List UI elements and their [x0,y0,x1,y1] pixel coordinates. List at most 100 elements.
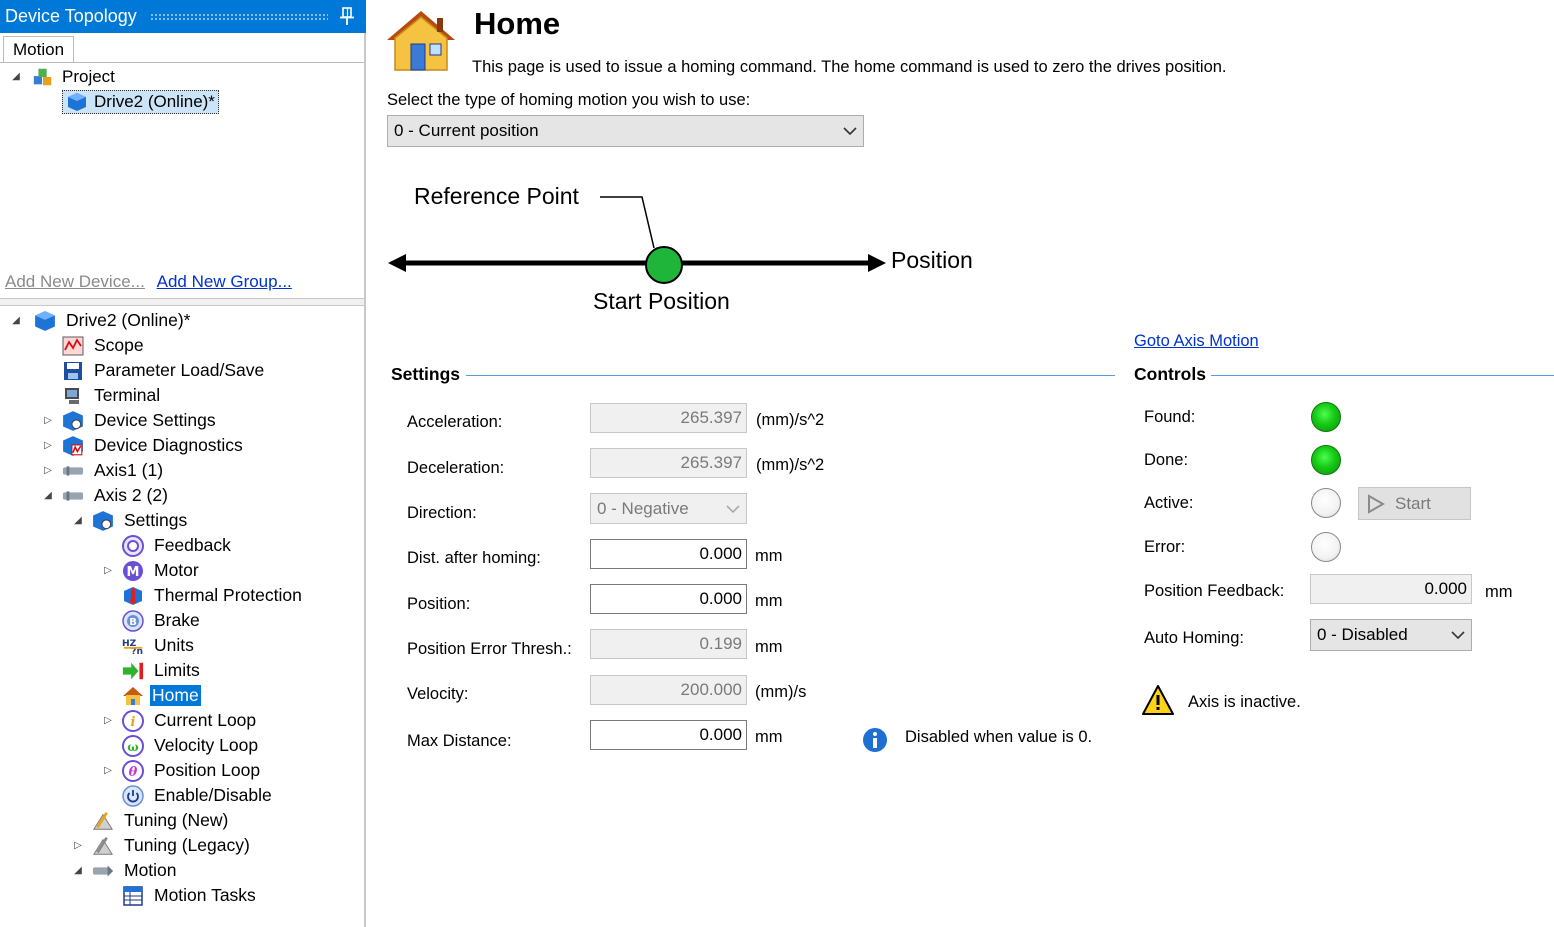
drive-cube-icon [66,91,88,113]
expand-icon[interactable]: ▷ [102,565,114,576]
tree-item-terminal[interactable]: Terminal [62,383,162,408]
tree-item-feedback[interactable]: Feedback [122,533,233,558]
collapse-icon[interactable]: ◢ [10,315,22,326]
goto-axis-motion-link[interactable]: Goto Axis Motion [1134,332,1259,351]
deceleration-unit: (mm)/s^2 [756,456,825,474]
error-label: Error: [1144,538,1186,556]
done-label: Done: [1144,451,1189,469]
tree-item-device-settings[interactable]: ▷ Device Settings [42,408,218,433]
motion-tasks-icon [122,885,144,907]
tuning-icon [92,810,114,832]
velocity-label: Velocity: [407,685,469,703]
tree-item-brake[interactable]: B Brake [122,608,202,633]
start-button[interactable]: Start [1358,487,1471,520]
tree-label: Brake [154,610,200,630]
tree-item-project[interactable]: ◢ Project [10,65,115,89]
limits-icon [122,660,144,682]
acceleration-field[interactable]: 265.397 [590,403,747,433]
tree-item-axis2[interactable]: ◢ Axis 2 (2) [42,483,170,508]
collapse-icon[interactable]: ◢ [72,515,84,526]
deceleration-field[interactable]: 265.397 [590,448,747,478]
svg-text:B: B [129,617,137,628]
tree-item-tuning-legacy[interactable]: ▷ Tuning (Legacy) [72,833,252,858]
svg-text:θ: θ [129,765,138,780]
homing-type-select[interactable]: 0 - Current position [387,115,864,147]
tree-label: Units [154,635,194,655]
tree-item-home[interactable]: Home [122,683,201,708]
add-new-group-link[interactable]: Add New Group... [157,272,292,291]
tree-label: Velocity Loop [154,735,259,755]
motor-icon: M [122,560,144,582]
expand-icon[interactable]: ▷ [42,415,54,426]
units-icon: HZ ?n [122,635,144,657]
arrow-left-icon [388,254,406,272]
tree-item-parameter-load-save[interactable]: Parameter Load/Save [62,358,266,383]
tree-item-tuning-new[interactable]: Tuning (New) [92,808,230,833]
position-error-thresh-unit: mm [755,638,783,656]
tree-item-position-loop[interactable]: ▷ θ Position Loop [102,758,262,783]
dist-after-homing-label: Dist. after homing: [407,549,541,567]
position-error-thresh-field[interactable]: 0.199 [590,629,747,659]
tree-item-motor[interactable]: ▷ M Motor [102,558,201,583]
title-grip [150,13,328,21]
tree-item-velocity-loop[interactable]: ω Velocity Loop [122,733,260,758]
tree-item-device-diagnostics[interactable]: ▷ Device Diagnostics [42,433,245,458]
position-error-thresh-label: Position Error Thresh.: [407,640,572,658]
tree-label: Tuning (New) [124,810,229,830]
expand-icon[interactable]: ▷ [102,765,114,776]
position-feedback-field[interactable]: 0.000 [1310,574,1472,604]
auto-homing-select[interactable]: 0 - Disabled [1310,619,1472,651]
settings-cube-icon [92,510,114,532]
expand-icon[interactable]: ▷ [42,440,54,451]
position-field[interactable]: 0.000 [590,584,747,614]
tree-item-axis1[interactable]: ▷ Axis1 (1) [42,458,165,483]
deceleration-label: Deceleration: [407,459,505,477]
max-distance-note: Disabled when value is 0. [905,728,1093,746]
direction-select[interactable]: 0 - Negative [590,493,747,524]
controls-section-title: Controls [1134,364,1206,384]
scope-icon [62,335,84,357]
tree-label: Motion Tasks [154,885,256,905]
position-unit: mm [755,592,783,610]
velocity-field[interactable]: 200.000 [590,675,747,705]
velocity-loop-icon: ω [122,734,144,757]
tree-item-thermal-protection[interactable]: Thermal Protection [122,583,304,608]
tree-item-settings[interactable]: ◢ Settings [72,508,189,533]
tree-item-drive2[interactable]: Drive2 (Online)* [62,90,219,114]
chevron-down-icon [843,127,857,136]
tree-item-current-loop[interactable]: ▷ i Current Loop [102,708,258,733]
tree-item-units[interactable]: HZ ?n Units [122,633,196,658]
tree-item-enable-disable[interactable]: Enable/Disable [122,783,274,808]
svg-text:M: M [127,565,140,580]
tree-item-scope[interactable]: Scope [62,333,146,358]
expand-icon[interactable]: ▷ [42,465,54,476]
expand-icon[interactable]: ▷ [102,715,114,726]
expand-icon[interactable]: ▷ [72,840,84,851]
tree-item-motion-tasks[interactable]: Motion Tasks [122,883,258,908]
chevron-down-icon [726,504,740,513]
settings-cube-icon [62,410,84,432]
axis-inactive-message: Axis is inactive. [1188,693,1301,711]
collapse-icon[interactable]: ◢ [42,490,54,501]
add-new-device-link[interactable]: Add New Device... [5,272,145,291]
tree-label-selected: Home [150,685,201,706]
thermal-icon [122,585,144,607]
tree-item-motion[interactable]: ◢ Motion [72,858,179,883]
collapse-icon[interactable]: ◢ [72,865,84,876]
svg-text:i: i [131,715,136,730]
tab-motion[interactable]: Motion [3,36,75,62]
tree-item-limits[interactable]: Limits [122,658,202,683]
dist-after-homing-field[interactable]: 0.000 [590,539,747,569]
device-topology-panel: Device Topology Motion ◢ Project Drive2 … [0,0,366,927]
panel-splitter[interactable] [0,298,364,306]
collapse-icon[interactable]: ◢ [10,71,22,82]
tree-item-drive-root[interactable]: ◢ Drive2 (Online)* [10,308,192,333]
controls-divider [1211,375,1554,376]
settings-divider [466,375,1115,376]
pin-icon[interactable] [338,6,356,26]
save-disk-icon [62,360,84,382]
tree-label: Enable/Disable [154,785,272,805]
tree-label: Parameter Load/Save [94,360,265,380]
max-distance-field[interactable]: 0.000 [590,720,747,750]
feedback-icon [122,534,144,557]
